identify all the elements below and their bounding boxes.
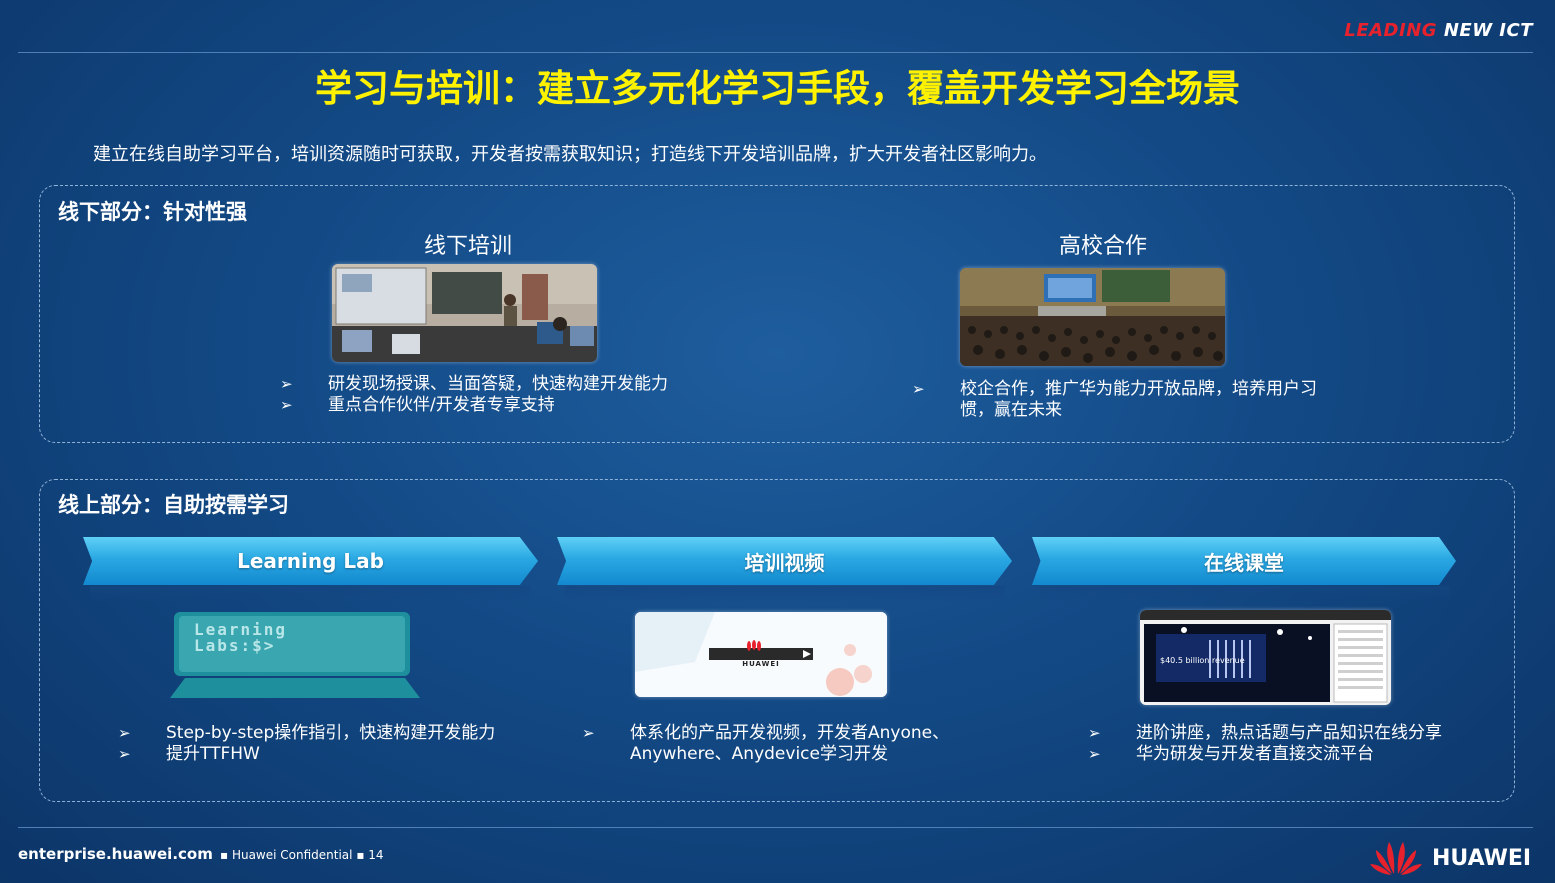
brand-slogan-leading: LEADING (1344, 20, 1438, 41)
arrow-bullet-icon: ➢ (118, 724, 131, 742)
video-logo-text: HUAWEI (742, 660, 780, 668)
list-item: ➢ 研发现场授课、当面答疑，快速构建开发能力 (280, 374, 700, 395)
bullet-text: 进阶讲座，热点话题与产品知识在线分享 (1136, 723, 1442, 743)
intro-text: 建立在线自助学习平台，培训资源随时可获取，开发者按需获取知识；打造线下开发培训品… (93, 144, 1047, 165)
university-cooperation-title: 高校合作 (1058, 234, 1147, 259)
footer-website: enterprise.huawei.com (18, 845, 213, 863)
bullet-text: 提升TTFHW (166, 744, 260, 764)
list-item: ➢ Step-by-step操作指引，快速构建开发能力 (118, 723, 548, 744)
arrow-bullet-icon: ➢ (118, 745, 131, 763)
training-video-bullets: ➢ 体系化的产品开发视频，开发者Anyone、Anywhere、Anydevice… (582, 723, 982, 765)
list-item: ➢ 提升TTFHW (118, 744, 548, 765)
huawei-logo-icon (1370, 838, 1422, 876)
footer-divider (18, 827, 1533, 828)
training-classroom-photo (332, 264, 597, 362)
classroom-screen-text: $40.5 billion revenue (1160, 656, 1245, 665)
confidential-label: Huawei Confidential (231, 848, 353, 862)
banner-training-videos: 培训视频 (557, 537, 1012, 585)
offline-training-bullets: ➢ 研发现场授课、当面答疑，快速构建开发能力 ➢ 重点合作伙伴/开发者专享支持 (280, 374, 700, 416)
banner-shadow (1040, 586, 1450, 602)
list-item: ➢ 体系化的产品开发视频，开发者Anyone、Anywhere、Anydevice… (582, 723, 982, 765)
university-bullets: ➢ 校企合作，推广华为能力开放品牌，培养用户习惯，赢在未来 (912, 379, 1332, 421)
arrow-bullet-icon: ➢ (1088, 745, 1101, 763)
list-item: ➢ 重点合作伙伴/开发者专享支持 (280, 395, 700, 416)
online-section-label: 线上部分：自助按需学习 (58, 493, 289, 517)
bullet-text: Step-by-step操作指引，快速构建开发能力 (166, 723, 496, 743)
offline-section-label: 线下部分：针对性强 (58, 200, 247, 224)
learning-lab-bullets: ➢ Step-by-step操作指引，快速构建开发能力 ➢ 提升TTFHW (118, 723, 548, 765)
page-title: 学习与培训：建立多元化学习手段，覆盖开发学习全场景 (315, 67, 1240, 110)
laptop-screen-text-2: Labs:$> (194, 636, 276, 655)
brand-slogan-newict: NEW ICT (1443, 20, 1533, 41)
arrow-bullet-icon: ➢ (280, 396, 293, 414)
huawei-logo-text: HUAWEI (1432, 846, 1532, 871)
offline-training-title: 线下培训 (423, 234, 512, 259)
training-video-thumbnail: HUAWEI (635, 612, 887, 697)
header-divider (18, 52, 1533, 53)
bullet-text: 华为研发与开发者直接交流平台 (1136, 744, 1374, 764)
list-item: ➢ 校企合作，推广华为能力开放品牌，培养用户习惯，赢在未来 (912, 379, 1332, 421)
banner-shadow (90, 586, 530, 602)
list-item: ➢ 华为研发与开发者直接交流平台 (1088, 744, 1508, 765)
bullet-text: 研发现场授课、当面答疑，快速构建开发能力 (328, 374, 668, 394)
banner-shadow (565, 586, 1005, 602)
university-lecture-photo (960, 268, 1225, 366)
footer-confidential: ▪ Huawei Confidential ▪ 14 (220, 848, 384, 862)
banner-learning-lab: Learning Lab (83, 537, 538, 585)
bullet-text: 体系化的产品开发视频，开发者Anyone、Anywhere、Anydevice学… (630, 723, 950, 764)
online-classroom-bullets: ➢ 进阶讲座，热点话题与产品知识在线分享 ➢ 华为研发与开发者直接交流平台 (1088, 723, 1508, 765)
banner-online-classroom: 在线课堂 (1032, 537, 1456, 585)
arrow-bullet-icon: ➢ (1088, 724, 1101, 742)
list-item: ➢ 进阶讲座，热点话题与产品知识在线分享 (1088, 723, 1508, 744)
bullet-text: 校企合作，推广华为能力开放品牌，培养用户习惯，赢在未来 (960, 379, 1317, 420)
page-number: 14 (368, 848, 384, 862)
arrow-bullet-icon: ➢ (912, 380, 925, 398)
learning-labs-laptop-image: Learning Labs:$> (170, 612, 420, 698)
online-classroom-screenshot: $40.5 billion revenue (1140, 610, 1391, 705)
arrow-bullet-icon: ➢ (582, 724, 595, 742)
bullet-text: 重点合作伙伴/开发者专享支持 (328, 395, 555, 415)
brand-slogan: LEADING NEW ICT (1344, 20, 1533, 41)
arrow-bullet-icon: ➢ (280, 375, 293, 393)
